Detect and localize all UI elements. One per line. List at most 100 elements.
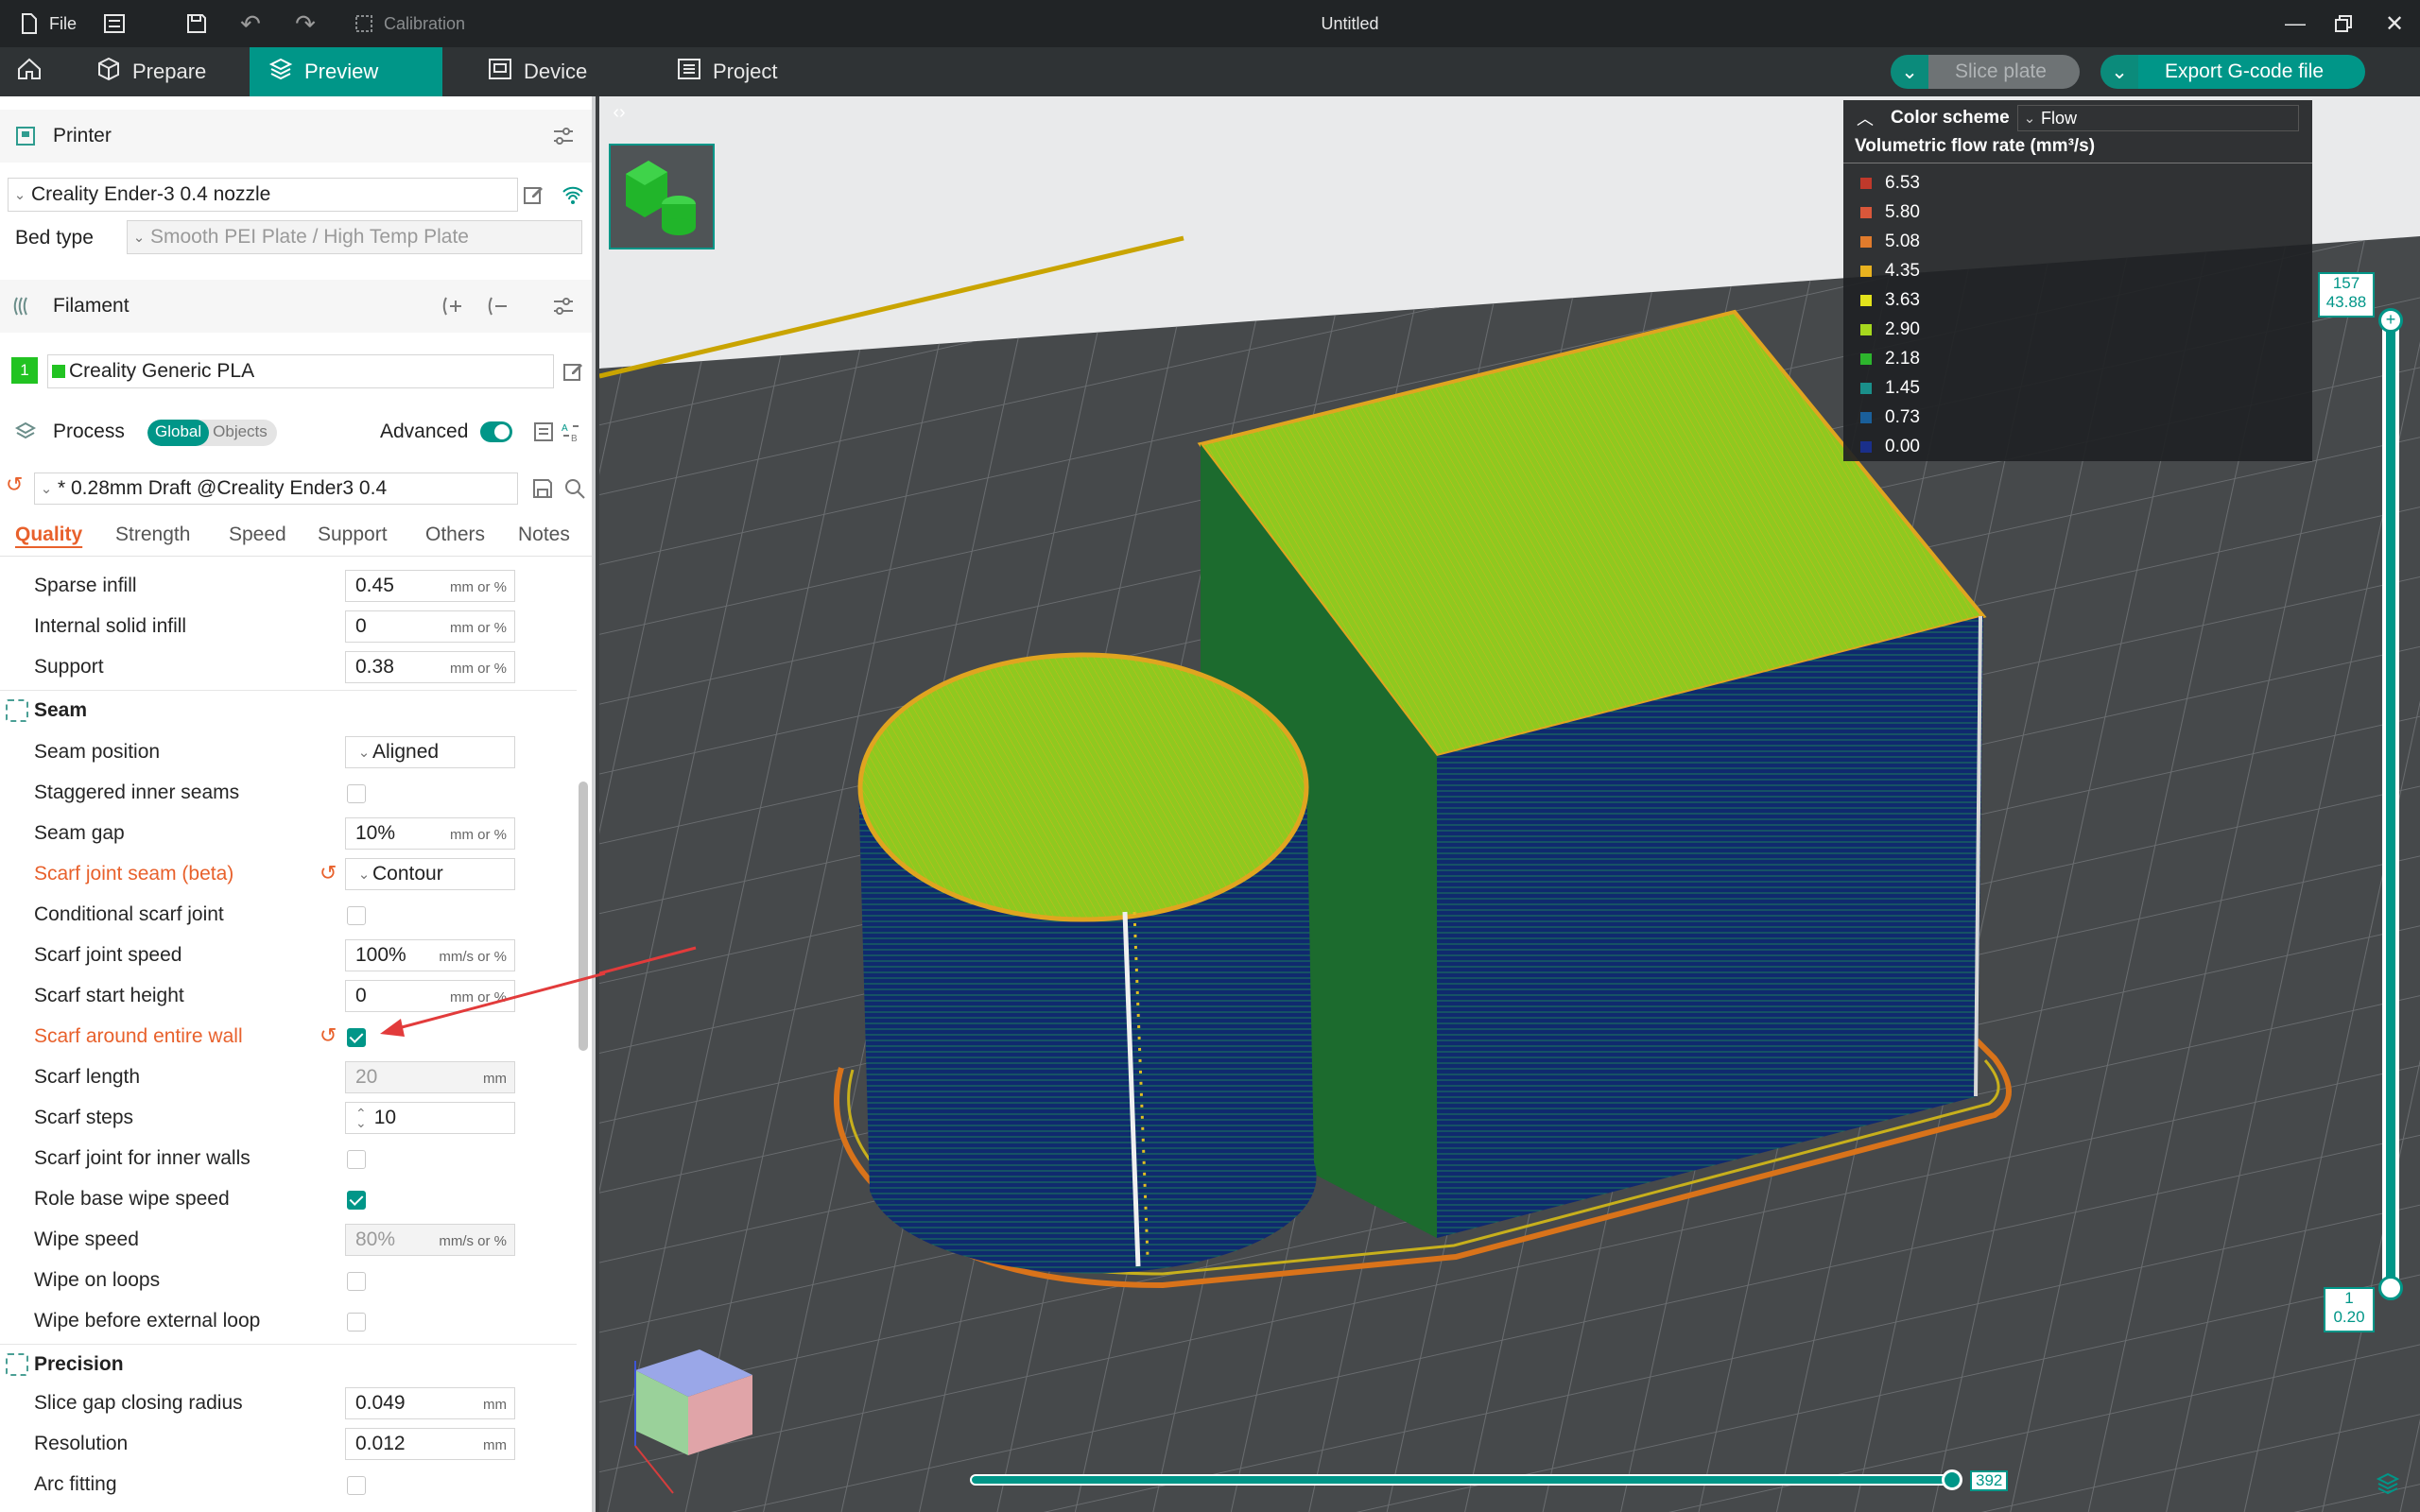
filament-section-header[interactable]: Filament <box>0 280 592 333</box>
tab-strength[interactable]: Strength <box>115 524 190 546</box>
setting-label: Support <box>34 656 104 678</box>
seam-position-select[interactable]: ⌄ Aligned <box>345 736 515 768</box>
conditional-scarf-joint-checkbox[interactable] <box>347 906 366 925</box>
edit-filament-icon[interactable] <box>560 358 586 385</box>
scarf-length-input[interactable]: 20 mm <box>345 1061 515 1093</box>
tab-support[interactable]: Support <box>318 524 388 546</box>
scarf-start-height-input[interactable]: 0 mm or % <box>345 980 515 1012</box>
undo-button[interactable]: ↶ <box>238 0 263 47</box>
arc-fitting-checkbox[interactable] <box>347 1476 366 1495</box>
filament-settings-icon[interactable] <box>550 293 577 319</box>
filament-select[interactable]: Creality Generic PLA <box>47 354 554 388</box>
remove-filament-icon[interactable] <box>484 293 510 319</box>
top-layer-handle[interactable]: + <box>2378 308 2403 333</box>
input-value: 0.049 <box>355 1392 406 1414</box>
plate-thumbnail[interactable] <box>609 144 715 249</box>
tab-others[interactable]: Others <box>425 524 485 546</box>
spinner-arrows-icon[interactable]: ⌃ ⌄ <box>355 1107 367 1129</box>
setting-label: Slice gap closing radius <box>34 1392 243 1414</box>
undo-icon: ↶ <box>240 9 261 38</box>
tab-project[interactable]: Project <box>658 47 796 96</box>
setting-scarf-joint-speed: Scarf joint speed 100% mm/s or % <box>0 935 577 975</box>
redo-button[interactable]: ↷ <box>293 0 318 47</box>
export-dropdown-button[interactable]: ⌄ <box>2100 55 2138 89</box>
slice-plate-button[interactable]: Slice plate <box>1928 55 2080 89</box>
resolution-input[interactable]: 0.012 mm <box>345 1428 515 1460</box>
input-value: 10 <box>373 1107 397 1128</box>
layer-slider-track[interactable] <box>2382 318 2399 1287</box>
legend-entry: 5.80 <box>1860 199 1920 226</box>
minimize-button[interactable]: — <box>2283 0 2308 47</box>
tab-speed[interactable]: Speed <box>229 524 286 546</box>
layers-toggle-icon[interactable] <box>2375 1470 2401 1497</box>
wipe-on-loops-checkbox[interactable] <box>347 1272 366 1291</box>
search-icon[interactable] <box>562 475 588 502</box>
collapse-panel-button[interactable]: ‹› <box>605 98 633 127</box>
wipe-speed-input[interactable]: 80% mm/s or % <box>345 1224 515 1256</box>
slice-dropdown-button[interactable]: ⌄ <box>1891 55 1928 89</box>
legend-value: 3.63 <box>1885 290 1920 310</box>
slice-gap-closing-radius-input[interactable]: 0.049 mm <box>345 1387 515 1419</box>
internal-solid-infill-input[interactable]: 0 mm or % <box>345 610 515 643</box>
scarf-steps-spinner[interactable]: ⌃ ⌄ 10 <box>345 1102 515 1134</box>
support-input[interactable]: 0.38 mm or % <box>345 651 515 683</box>
move-slider[interactable] <box>970 1474 1957 1486</box>
edit-printer-icon[interactable] <box>520 181 546 208</box>
bottom-layer-handle[interactable] <box>2378 1276 2403 1300</box>
sparse-infill-input[interactable]: 0.45 mm or % <box>345 570 515 602</box>
seam-gap-input[interactable]: 10% mm or % <box>345 817 515 850</box>
settings-scrollbar[interactable] <box>579 782 588 1051</box>
setting-seam-position: Seam position ⌄ Aligned <box>0 731 577 772</box>
advanced-switch[interactable] <box>480 421 512 442</box>
setting-scarf-joint-seam: Scarf joint seam (beta) ↺ ⌄ Contour <box>0 853 577 894</box>
menu-button[interactable] <box>102 0 127 47</box>
tab-preview[interactable]: Preview <box>250 47 442 96</box>
setting-support: Support 0.38 mm or % <box>0 646 577 687</box>
preset-list-icon[interactable] <box>531 419 558 445</box>
reset-icon[interactable]: ↺ <box>320 1023 337 1048</box>
process-section-header: Process Global Objects Advanced AB <box>0 405 592 458</box>
collapse-icon: ‹› <box>613 101 626 123</box>
close-button[interactable]: ✕ <box>2382 0 2407 47</box>
staggered-inner-seams-checkbox[interactable] <box>347 784 366 803</box>
tab-prepare[interactable]: Prepare <box>78 47 225 96</box>
input-value: 0.45 <box>355 575 394 596</box>
compare-icon[interactable]: AB <box>558 419 584 445</box>
printer-settings-icon[interactable] <box>550 123 577 149</box>
process-icon <box>13 420 38 444</box>
bed-type-select[interactable]: ⌄ Smooth PEI Plate / High Temp Plate <box>127 220 582 254</box>
global-toggle[interactable]: Global <box>147 420 210 446</box>
objects-toggle[interactable]: Objects <box>209 420 277 446</box>
scarf-joint-inner-walls-checkbox[interactable] <box>347 1150 366 1169</box>
add-filament-icon[interactable] <box>439 293 465 319</box>
unit-label: mm <box>483 1071 507 1087</box>
wifi-icon[interactable] <box>560 181 586 208</box>
process-preset-select[interactable]: ⌄ * 0.28mm Draft @Creality Ender3 0.4 <box>34 472 518 505</box>
printer-section-header[interactable]: Printer <box>0 110 592 163</box>
printer-select[interactable]: ⌄ Creality Ender-3 0.4 nozzle <box>8 178 518 212</box>
home-tab[interactable] <box>0 47 59 96</box>
move-slider-handle[interactable] <box>1942 1469 1962 1490</box>
reset-icon[interactable]: ↺ <box>320 861 337 885</box>
tab-device[interactable]: Device <box>469 47 606 96</box>
scarf-joint-speed-input[interactable]: 100% mm/s or % <box>345 939 515 971</box>
color-scheme-select[interactable]: ⌄ Flow <box>2017 105 2299 131</box>
wipe-before-external-loop-checkbox[interactable] <box>347 1313 366 1332</box>
scarf-around-entire-wall-checkbox[interactable] <box>347 1028 366 1047</box>
precision-group-label: Precision <box>34 1353 124 1375</box>
tab-quality[interactable]: Quality <box>15 524 82 546</box>
save-preset-icon[interactable] <box>529 475 556 502</box>
setting-label: Scarf start height <box>34 985 184 1006</box>
export-gcode-button[interactable]: Export G-code file <box>2138 55 2365 89</box>
reset-preset-icon[interactable]: ↺ <box>6 472 23 497</box>
chevron-down-icon: ⌄ <box>2023 111 2036 127</box>
role-base-wipe-speed-checkbox[interactable] <box>347 1191 366 1210</box>
collapse-legend-icon[interactable]: ︿ <box>1857 106 1874 130</box>
tab-notes[interactable]: Notes <box>518 524 570 546</box>
maximize-button[interactable] <box>2331 0 2356 47</box>
scarf-joint-seam-select[interactable]: ⌄ Contour <box>345 858 515 890</box>
save-button[interactable] <box>184 0 209 47</box>
calibration-menu[interactable]: Calibration <box>352 0 465 47</box>
file-menu[interactable]: File <box>17 0 77 47</box>
setting-label: Seam gap <box>34 822 125 844</box>
